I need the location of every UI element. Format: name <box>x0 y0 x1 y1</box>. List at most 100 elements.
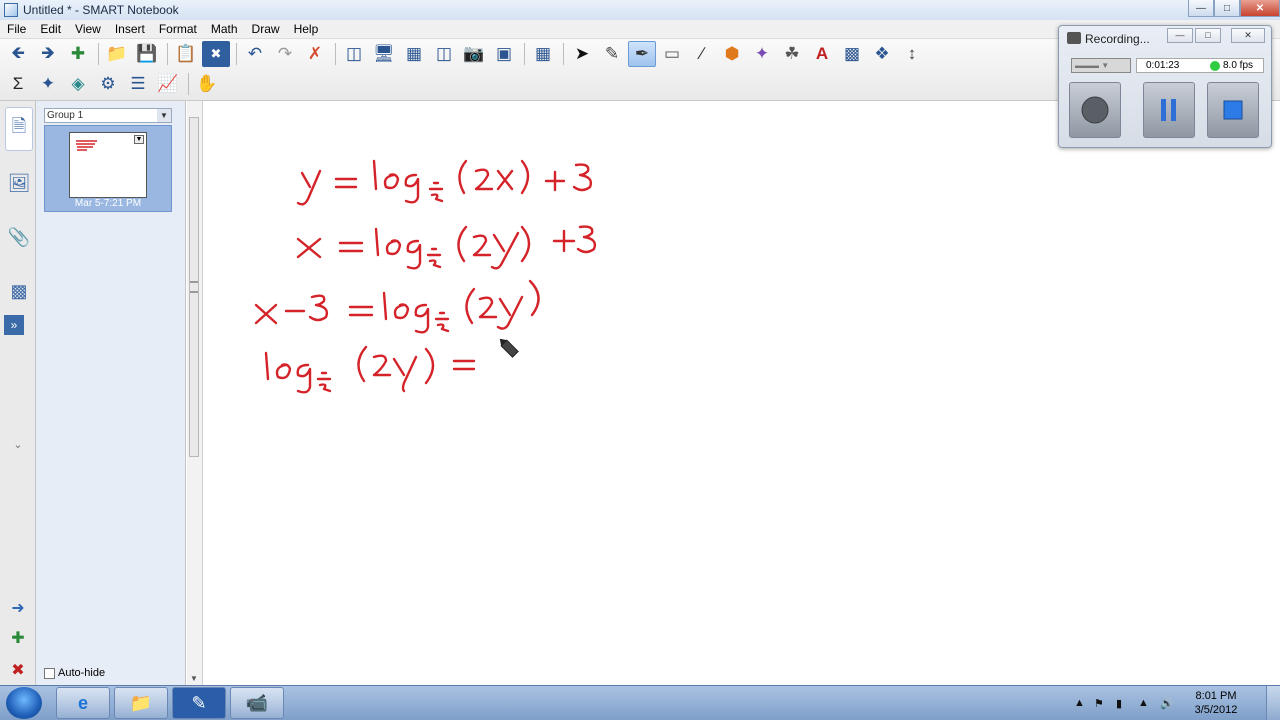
internet-explorer-icon[interactable]: e <box>56 687 110 719</box>
smart-notebook-app: Untitled * - SMART Notebook — □ ✕ File E… <box>0 0 1280 720</box>
pen-icon[interactable]: ✎ <box>598 41 626 67</box>
checkbox-icon[interactable] <box>44 667 55 679</box>
page-sorter-icon[interactable]: 🗎 <box>5 107 33 151</box>
thumbnail-menu-chevron-icon[interactable]: ▼ <box>134 135 144 144</box>
double-chevron-right-icon[interactable]: » <box>4 315 24 335</box>
record-button[interactable] <box>1069 82 1121 138</box>
frame-rate: 8.0 fps <box>1223 60 1254 71</box>
toolbar-row-2: Σ ✦ ◈ ⚙ ☰ 📈 ✋ <box>4 70 223 98</box>
menu-draw[interactable]: Draw <box>245 22 287 36</box>
collapse-handle-icon[interactable]: ⌄ <box>4 431 32 457</box>
flag-icon[interactable]: ⚑ <box>1094 697 1104 710</box>
creative-pen-icon[interactable]: ✒ <box>628 41 656 67</box>
forward-arrow-icon[interactable]: 🡺 <box>34 41 62 67</box>
delete-page-icon[interactable]: ✖ <box>4 657 32 683</box>
equation-line-2 <box>296 225 597 270</box>
restore-icon[interactable]: □ <box>1195 28 1221 43</box>
attachments-icon[interactable]: 📎 <box>5 215 33 259</box>
fill-icon[interactable]: ☘ <box>778 41 806 67</box>
magic-pen-icon[interactable]: ✦ <box>748 41 776 67</box>
screen-shade-icon[interactable]: ◫ <box>340 41 368 67</box>
eraser-icon[interactable]: ▭ <box>658 41 686 67</box>
maximize-icon[interactable]: □ <box>1214 0 1240 17</box>
camera-icon <box>1067 32 1081 44</box>
menu-view[interactable]: View <box>68 22 108 36</box>
page-thumbnail-card[interactable]: ▼ Mar 5-7:21 PM <box>44 125 172 212</box>
sigma-icon[interactable]: Σ <box>4 71 32 97</box>
app-icon <box>4 3 18 17</box>
move-toolbar-icon[interactable]: ❖ <box>868 41 896 67</box>
close-icon[interactable]: ✕ <box>1240 0 1280 17</box>
taskbar: e 📁 ✎ 📹 ▲ ⚑ ▮ ▲ 🔊 8:01 PM 3/5/2012 <box>0 685 1280 720</box>
menu-file[interactable]: File <box>0 22 33 36</box>
stop-square-icon <box>1223 100 1243 120</box>
panel-splitter[interactable]: ▼ <box>187 101 203 685</box>
dual-page-icon[interactable]: ◫ <box>430 41 458 67</box>
recorder-source-dropdown[interactable]: ▬▬▬ ▼ <box>1071 58 1131 73</box>
add-page-icon[interactable]: ✚ <box>64 41 92 67</box>
network-icon[interactable]: ▲ <box>1138 697 1149 709</box>
battery-icon[interactable]: ▮ <box>1116 697 1122 710</box>
activity-builder-icon[interactable]: ⚙ <box>94 71 122 97</box>
arrows-updown-icon[interactable]: ↕ <box>898 41 926 67</box>
group-dropdown[interactable]: Group 1 ▼ <box>44 108 172 123</box>
menu-edit[interactable]: Edit <box>33 22 68 36</box>
menu-math[interactable]: Math <box>204 22 245 36</box>
stop-button[interactable] <box>1207 82 1259 138</box>
scroll-down-arrow-icon[interactable]: ▼ <box>190 674 198 683</box>
full-screen-icon[interactable]: 🖥 <box>370 41 398 67</box>
move-sidebar-arrow-icon[interactable]: ➜ <box>4 595 32 621</box>
volume-icon[interactable]: 🔊 <box>1160 697 1174 710</box>
text-icon[interactable]: A <box>808 41 836 67</box>
delete-x-icon[interactable]: ✖ <box>202 41 230 67</box>
3d-tools-icon[interactable]: ◈ <box>64 71 92 97</box>
toolbar-separator <box>167 43 168 65</box>
properties-icon[interactable]: ▩ <box>5 269 33 313</box>
shape-recognition-icon[interactable]: ✦ <box>34 71 62 97</box>
file-explorer-icon[interactable]: 📁 <box>114 687 168 719</box>
show-desktop-button[interactable] <box>1266 686 1280 720</box>
document-camera-icon[interactable]: ▣ <box>490 41 518 67</box>
menu-help[interactable]: Help <box>287 22 326 36</box>
save-disk-icon[interactable]: 💾 <box>133 41 161 67</box>
cancel-x-icon[interactable]: ✗ <box>301 41 329 67</box>
response-icon[interactable]: ✋ <box>193 71 221 97</box>
table-icon[interactable]: ▦ <box>529 41 557 67</box>
menu-format[interactable]: Format <box>152 22 204 36</box>
undo-icon[interactable]: ↶ <box>241 41 269 67</box>
select-arrow-icon[interactable]: ➤ <box>568 41 596 67</box>
paste-icon[interactable]: 📋 <box>172 41 200 67</box>
page-thumbnail[interactable]: ▼ <box>69 132 147 198</box>
graph-icon[interactable]: 📈 <box>154 71 182 97</box>
windows-start-icon[interactable] <box>6 687 42 719</box>
minimize-icon[interactable]: — <box>1167 28 1193 43</box>
minimize-icon[interactable]: — <box>1188 0 1214 17</box>
toolbar-separator <box>335 43 336 65</box>
splitter-grip-icon[interactable] <box>190 281 198 293</box>
pause-button[interactable] <box>1143 82 1195 138</box>
autohide-checkbox[interactable]: Auto-hide <box>44 667 105 679</box>
toolbar-separator <box>236 43 237 65</box>
back-arrow-icon[interactable]: 🡸 <box>4 41 32 67</box>
window-controls: — □ ✕ <box>1188 0 1280 17</box>
open-folder-icon[interactable]: 📁 <box>103 41 131 67</box>
smart-notebook-icon[interactable]: ✎ <box>172 687 226 719</box>
shape-icon[interactable]: ⬢ <box>718 41 746 67</box>
screen-capture-icon[interactable]: 📷 <box>460 41 488 67</box>
clock-time: 8:01 PM <box>1195 690 1237 702</box>
menu-insert[interactable]: Insert <box>108 22 152 36</box>
add-page-icon[interactable]: ✚ <box>4 625 32 651</box>
transparent-bg-icon[interactable]: ▦ <box>400 41 428 67</box>
clock[interactable]: 8:01 PM 3/5/2012 <box>1186 689 1246 717</box>
gallery-icon[interactable]: 🖼 <box>5 161 33 205</box>
chevron-down-icon[interactable]: ▼ <box>157 109 171 122</box>
whiteboard-canvas[interactable] <box>204 101 1280 685</box>
properties-icon[interactable]: ▩ <box>838 41 866 67</box>
close-icon[interactable]: ✕ <box>1231 28 1265 43</box>
page-sorter-panel: Group 1 ▼ ▼ Mar 5-7:21 PM Auto-hide <box>36 101 186 685</box>
table-tools-icon[interactable]: ☰ <box>124 71 152 97</box>
redo-icon[interactable]: ↷ <box>271 41 299 67</box>
recorder-app-icon[interactable]: 📹 <box>230 687 284 719</box>
line-icon[interactable]: ∕ <box>688 41 716 67</box>
show-hidden-icons-icon[interactable]: ▲ <box>1074 697 1085 709</box>
